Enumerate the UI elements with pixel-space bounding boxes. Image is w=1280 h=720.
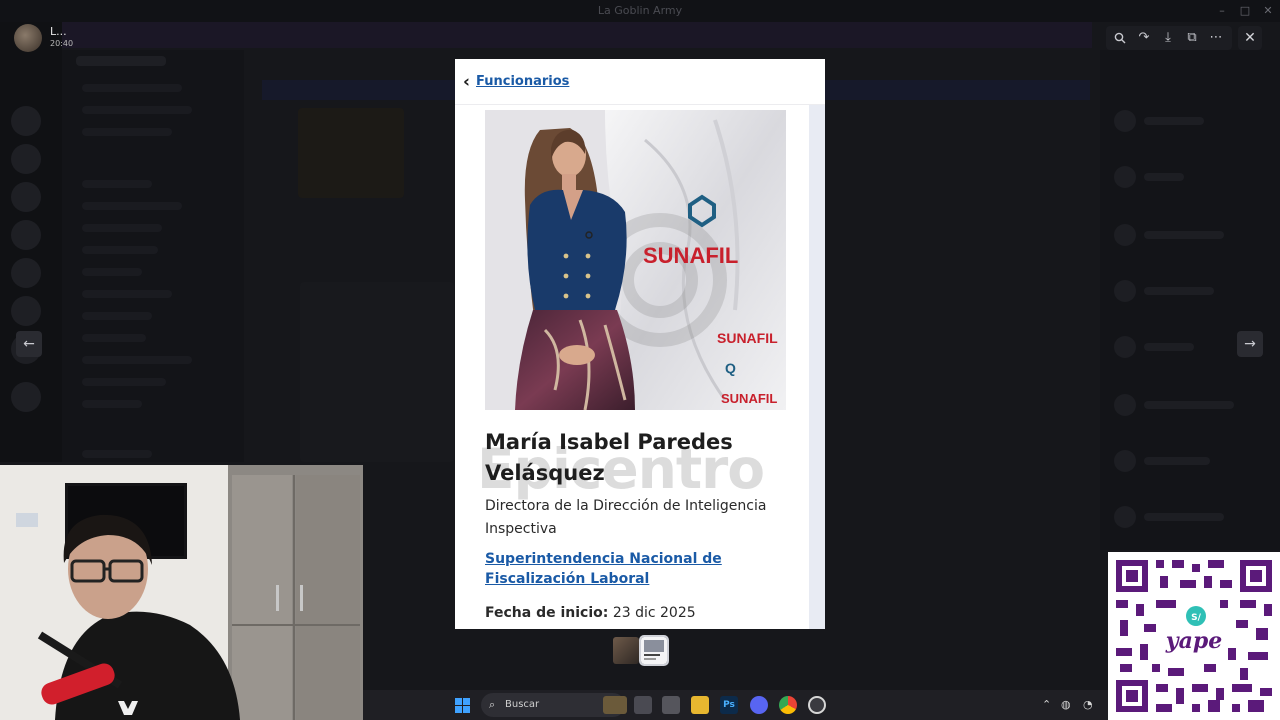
- open-external-icon[interactable]: ⧉: [1180, 26, 1204, 50]
- yape-qr-code: yape S/: [1108, 552, 1280, 720]
- window-titlebar: La Goblin Army – □ ✕: [0, 0, 1280, 22]
- card-scroll-gutter: [809, 105, 825, 629]
- server-rail: [0, 22, 62, 462]
- server-icon: [11, 220, 41, 250]
- upload-time: 20:40: [50, 39, 74, 48]
- uploader-info[interactable]: L... 20:40: [14, 24, 134, 52]
- more-icon[interactable]: ⋯: [1204, 26, 1228, 50]
- viewed-image: ‹ Funcionarios SUNAFIL SUNAFIL Q SUNAFIL…: [455, 59, 825, 629]
- maximize-icon[interactable]: □: [1237, 3, 1253, 19]
- widget-icon[interactable]: [603, 696, 627, 714]
- sunafil-logo-small: SUNAFIL: [721, 391, 777, 406]
- minimize-icon[interactable]: –: [1214, 3, 1230, 19]
- download-icon[interactable]: ⤓: [1156, 26, 1180, 50]
- thumbnail[interactable]: [613, 637, 639, 664]
- chrome-icon[interactable]: [779, 696, 797, 714]
- thumbnail-selected[interactable]: [639, 635, 669, 666]
- webcam-overlay: [0, 465, 363, 720]
- sunafil-logo-small: SUNAFIL: [717, 330, 778, 346]
- window-title: La Goblin Army: [597, 4, 683, 17]
- qr-code-art: yape S/: [1108, 552, 1280, 720]
- sunafil-logo-art: SUNAFIL: [643, 243, 738, 268]
- chevron-up-icon[interactable]: ⌃: [1042, 698, 1051, 711]
- forward-icon[interactable]: ↷: [1132, 26, 1156, 50]
- avatar: [14, 24, 42, 52]
- official-photo: SUNAFIL SUNAFIL Q SUNAFIL: [485, 110, 786, 410]
- streamer-webcam-art: [0, 465, 363, 720]
- app-icon[interactable]: [662, 696, 680, 714]
- server-icon: [11, 182, 41, 212]
- start-date: Fecha de inicio: 23 dic 2025: [485, 605, 696, 621]
- previous-arrow-icon[interactable]: ←: [16, 331, 42, 357]
- tray-app-icon[interactable]: ◍: [1061, 698, 1071, 711]
- image-viewer-toolbar: ↷ ⤓ ⧉ ⋯: [1106, 26, 1232, 50]
- next-arrow-icon[interactable]: →: [1237, 331, 1263, 357]
- server-icon: [11, 382, 41, 412]
- zoom-icon[interactable]: [1108, 26, 1132, 50]
- svg-text:Q: Q: [725, 360, 736, 376]
- official-name: María Isabel Paredes Velásquez: [485, 430, 733, 485]
- server-icon: [11, 144, 41, 174]
- official-photo-art: SUNAFIL SUNAFIL Q SUNAFIL: [485, 110, 786, 410]
- task-view-icon[interactable]: [634, 696, 652, 714]
- channel-list-dimmed: [62, 50, 244, 462]
- search-icon: ⌕: [489, 698, 496, 711]
- member-list-dimmed: [1100, 50, 1280, 550]
- yape-logo: yape: [1165, 628, 1222, 654]
- close-viewer-icon[interactable]: ✕: [1238, 26, 1262, 50]
- window-close-icon[interactable]: ✕: [1260, 3, 1276, 19]
- yape-badge: S/: [1191, 613, 1201, 623]
- uploader-name: L...: [50, 25, 67, 38]
- server-icon: [11, 106, 41, 136]
- search-input[interactable]: Buscar: [505, 699, 539, 710]
- chat-media-dimmed: [300, 282, 454, 462]
- notice-banner-dimmed: [62, 22, 1092, 48]
- official-role: Directora de la Dirección de Inteligenci…: [485, 498, 767, 537]
- tray-app-icon[interactable]: ◔: [1083, 698, 1093, 711]
- photoshop-icon[interactable]: Ps: [720, 696, 738, 714]
- windows-taskbar: ⌕ Buscar Ps ⌃ ◍ ◔: [363, 690, 1108, 720]
- chat-media-dimmed: [298, 108, 404, 198]
- phone-header: ‹ Funcionarios: [455, 59, 825, 105]
- discord-icon[interactable]: [750, 696, 768, 714]
- back-link[interactable]: Funcionarios: [476, 74, 569, 89]
- start-date-value: 23 dic 2025: [612, 605, 696, 621]
- chevron-left-icon: ‹: [463, 72, 471, 92]
- start-date-label: Fecha de inicio:: [485, 605, 609, 621]
- obs-icon[interactable]: [808, 696, 826, 714]
- server-icon: [11, 258, 41, 288]
- screen: La Goblin Army – □ ✕ L... 20:40 ↷ ⤓ ⧉ ⋯ …: [0, 0, 1280, 720]
- windows-start-icon[interactable]: [455, 698, 470, 713]
- file-explorer-icon[interactable]: [691, 696, 709, 714]
- official-entity-link[interactable]: Superintendencia Nacional de Fiscalizaci…: [485, 549, 785, 589]
- server-icon: [11, 296, 41, 326]
